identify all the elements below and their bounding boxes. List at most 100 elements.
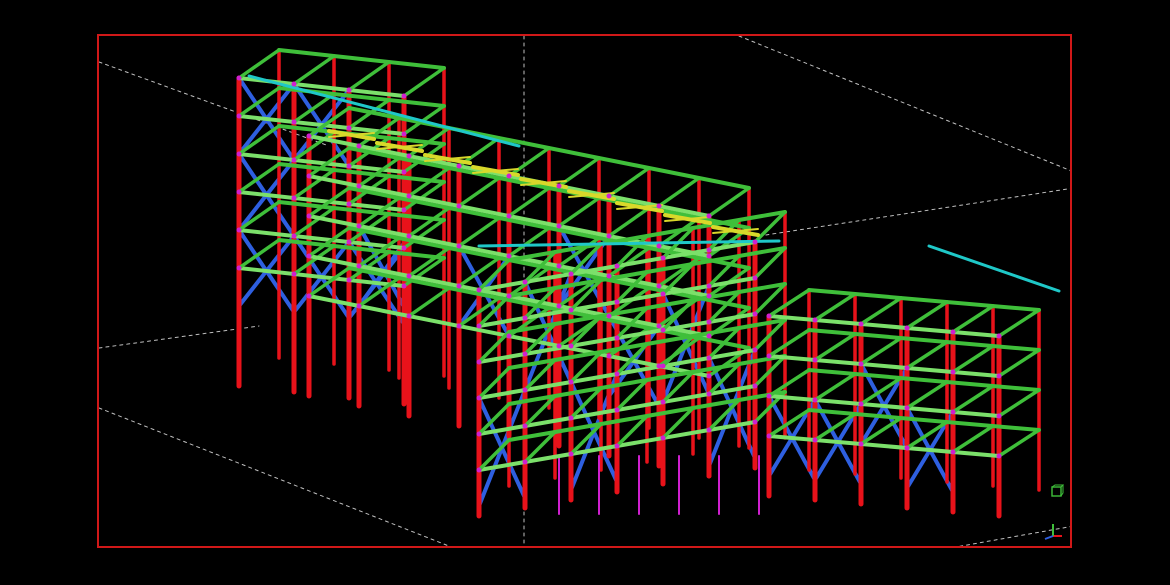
connection-node: [752, 383, 758, 389]
connection-node: [606, 353, 612, 359]
connection-node: [568, 271, 574, 277]
connection-node: [660, 363, 666, 369]
connection-node: [401, 283, 407, 289]
view-cube-icon[interactable]: [1050, 484, 1064, 498]
connection-node: [522, 279, 528, 285]
connection-node: [506, 173, 512, 179]
connection-node: [556, 223, 562, 229]
connection-node: [606, 193, 612, 199]
connection-node: [614, 263, 620, 269]
connection-node: [858, 321, 864, 327]
connection-node: [568, 307, 574, 313]
connection-node: [706, 253, 712, 259]
connection-node: [606, 233, 612, 239]
beam: [951, 304, 995, 334]
beam: [707, 186, 751, 218]
connection-node: [506, 253, 512, 259]
model-viewport[interactable]: [97, 34, 1072, 548]
beam: [905, 380, 949, 410]
connection-node: [752, 311, 758, 317]
connection-node: [456, 163, 462, 169]
beam: [905, 300, 949, 330]
beam: [859, 296, 903, 326]
connection-node: [812, 317, 818, 323]
beam: [277, 48, 446, 70]
beam: [905, 340, 949, 370]
edge-beam: [927, 244, 1061, 293]
connection-node: [476, 467, 482, 473]
connection-node: [706, 319, 712, 325]
connection-node: [522, 351, 528, 357]
beam: [347, 60, 391, 92]
connection-node: [406, 313, 412, 319]
connection-node: [660, 399, 666, 405]
connection-node: [606, 273, 612, 279]
connection-node: [346, 239, 352, 245]
connection-node: [356, 183, 362, 189]
connection-node: [406, 233, 412, 239]
connection-node: [522, 387, 528, 393]
connection-node: [476, 287, 482, 293]
beam: [951, 384, 995, 414]
beam: [859, 336, 903, 366]
connection-node: [606, 313, 612, 319]
beam: [457, 216, 501, 248]
connection-node: [401, 207, 407, 213]
connection-node: [406, 153, 412, 159]
beam: [402, 66, 446, 98]
connection-node: [950, 369, 956, 375]
cad-window: [0, 0, 1170, 585]
connection-node: [950, 449, 956, 455]
connection-node: [306, 173, 312, 179]
connection-node: [766, 313, 772, 319]
connection-node: [522, 315, 528, 321]
beam: [813, 332, 857, 362]
connection-node: [996, 373, 1002, 379]
grid-line: [738, 36, 1070, 171]
connection-node: [904, 365, 910, 371]
connection-node: [996, 333, 1002, 339]
connection-node: [660, 435, 666, 441]
connection-node: [706, 333, 712, 339]
connection-node: [766, 393, 772, 399]
connection-node: [656, 323, 662, 329]
connection-node: [456, 323, 462, 329]
connection-node: [236, 75, 242, 81]
beam: [237, 48, 281, 80]
connection-node: [556, 263, 562, 269]
connection-node: [858, 361, 864, 367]
connection-node: [614, 299, 620, 305]
connection-node: [752, 275, 758, 281]
connection-node: [306, 213, 312, 219]
connection-node: [660, 291, 666, 297]
connection-node: [401, 93, 407, 99]
connection-node: [706, 247, 712, 253]
connection-node: [996, 413, 1002, 419]
grid-line: [758, 188, 1070, 237]
structural-model[interactable]: [99, 36, 1072, 548]
connection-node: [904, 405, 910, 411]
connection-node: [522, 459, 528, 465]
connection-node: [766, 353, 772, 359]
connection-node: [656, 283, 662, 289]
beam: [951, 424, 995, 454]
connection-node: [401, 169, 407, 175]
connection-node: [858, 441, 864, 447]
connection-node: [660, 255, 666, 261]
connection-node: [950, 329, 956, 335]
connection-node: [346, 87, 352, 93]
connection-node: [752, 347, 758, 353]
connection-node: [476, 431, 482, 437]
grid-line: [99, 325, 260, 349]
connection-node: [706, 355, 712, 361]
connection-node: [356, 303, 362, 309]
beam: [507, 146, 551, 178]
connection-node: [506, 213, 512, 219]
connection-node: [706, 293, 712, 299]
connection-node: [401, 245, 407, 251]
beam: [997, 348, 1041, 378]
beam: [507, 226, 551, 258]
connection-node: [660, 327, 666, 333]
connection-node: [656, 243, 662, 249]
connection-node: [456, 243, 462, 249]
